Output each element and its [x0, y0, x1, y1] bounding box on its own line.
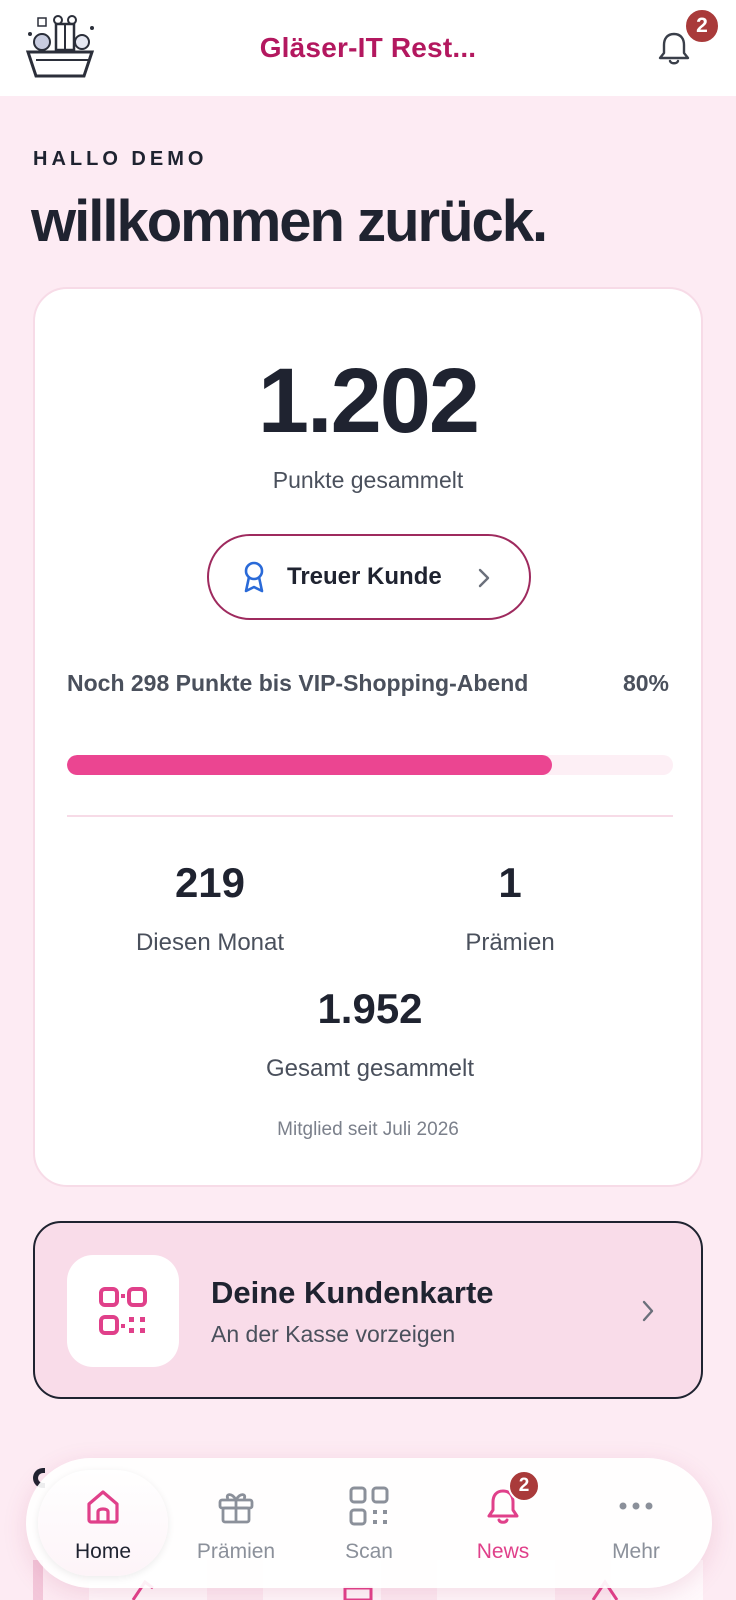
gift-basket-logo-icon [25, 15, 95, 78]
stat-rewards: 1 Prämien [435, 859, 585, 957]
stat-label: Gesamt gesammelt [265, 1055, 475, 1082]
nav-label: Home [74, 1540, 132, 1563]
nav-news[interactable]: 2 News [436, 1458, 570, 1588]
nav-label: Prämien [196, 1540, 276, 1563]
page-title: Gläser-IT Rest... [259, 32, 477, 63]
stat-total: 1.952 Gesamt gesammelt [235, 985, 505, 1083]
stat-this-month: 219 Diesen Monat [115, 859, 305, 957]
points-label: Punkte gesammelt [272, 467, 464, 493]
qr-scan-icon [349, 1486, 389, 1526]
goal-progress-fill [67, 755, 552, 775]
customer-card-title: Deine Kundenkarte [211, 1275, 494, 1310]
greeting-hello: HALLO DEMO [33, 148, 208, 170]
news-badge: 2 [508, 1470, 540, 1502]
member-since: Mitglied seit Juli 2026 [277, 1119, 459, 1140]
greeting-welcome: willkommen zurück. [31, 189, 548, 254]
qr-code-icon [99, 1287, 147, 1335]
nav-label: News [476, 1540, 530, 1563]
award-ribbon-icon [244, 561, 264, 593]
tier-button[interactable]: Treuer Kunde [207, 534, 531, 620]
stat-label: Prämien [465, 929, 555, 956]
points-card: 1.202 Punkte gesammelt Treuer Kunde Noch… [33, 287, 703, 1187]
qr-code-tile [67, 1255, 179, 1367]
stat-value: 219 [174, 859, 246, 906]
customer-card-button[interactable]: Deine Kundenkarte An der Kasse vorzeigen [33, 1221, 703, 1399]
stat-label: Diesen Monat [135, 929, 285, 956]
app-header: Gläser-IT Rest... 2 [0, 0, 736, 96]
nav-rewards[interactable]: Prämien [169, 1458, 303, 1588]
divider [67, 815, 673, 817]
more-dots-icon [619, 1502, 653, 1510]
stat-value: 1.952 [317, 985, 423, 1032]
chevron-right-icon [642, 1300, 654, 1322]
goal-progress-bar [67, 755, 673, 775]
customer-card-subtitle: An der Kasse vorzeigen [211, 1321, 456, 1347]
nav-label: Mehr [612, 1540, 660, 1563]
home-icon [87, 1490, 119, 1524]
gift-icon [218, 1493, 254, 1524]
notifications-button[interactable]: 2 [654, 8, 720, 68]
stat-value: 1 [498, 859, 522, 906]
goal-percent: 80% [622, 670, 669, 696]
nav-label: Scan [345, 1540, 393, 1563]
notification-badge: 2 [684, 8, 720, 44]
nav-home[interactable]: Home [36, 1458, 170, 1588]
nav-more[interactable]: Mehr [569, 1458, 703, 1588]
points-value: 1.202 [257, 350, 480, 452]
nav-scan[interactable]: Scan [302, 1458, 436, 1588]
bottom-navigation: Home Prämien Scan 2 News Mehr [26, 1458, 712, 1588]
chevron-right-icon [478, 568, 490, 588]
tier-label: Treuer Kunde [287, 563, 442, 590]
goal-text: Noch 298 Punkte bis VIP-Shopping-Abend [67, 670, 529, 696]
